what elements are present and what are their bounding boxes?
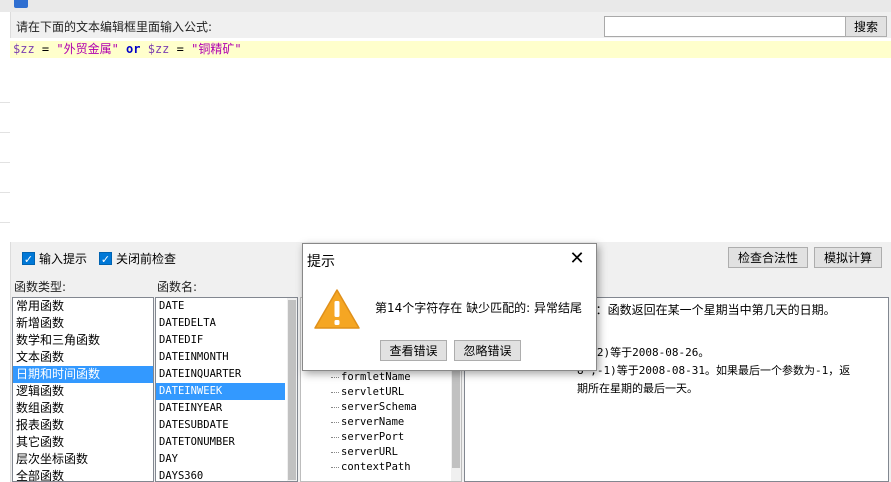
tree-item[interactable]: serverPort [329, 430, 449, 445]
app-icon [14, 0, 28, 8]
error-dialog: 提示 ✕ 第14个字符存在 缺少匹配的: 异常结尾 查看错误 忽略错误 [302, 243, 597, 371]
dialog-title: 提示 [307, 254, 335, 270]
editor-token-operator: = [169, 42, 192, 56]
tree-item[interactable]: serverURL [329, 445, 449, 460]
tree-item[interactable]: serverName [329, 415, 449, 430]
function-name-item[interactable]: DATEINMONTH [156, 349, 297, 366]
checkmark-icon: ✓ [22, 252, 35, 266]
search-button[interactable]: 搜索 [845, 16, 887, 37]
close-icon[interactable]: ✕ [567, 249, 587, 269]
tree-item[interactable]: formletName [329, 370, 449, 385]
function-type-item[interactable]: 报表函数 [13, 417, 153, 434]
description-text: )：函数返回在某一个星期当中第几天的日期。 [591, 302, 888, 336]
check-on-close-label: 关闭前检查 [116, 252, 177, 266]
editor-token-variable: $zz [13, 42, 35, 56]
tree-item[interactable]: serverSchema [329, 400, 449, 415]
function-type-item[interactable]: 数组函数 [13, 400, 153, 417]
simulate-button[interactable]: 模拟计算 [814, 247, 882, 268]
description-line: 8",2)等于2008-08-26。 [577, 346, 710, 359]
tree-item[interactable]: contextPath [329, 460, 449, 475]
editor-token-operator: = [34, 42, 57, 56]
function-type-list[interactable]: 常用函数 新增函数 数学和三角函数 文本函数 日期和时间函数 逻辑函数 数组函数… [12, 297, 154, 482]
function-type-item-selected[interactable]: 日期和时间函数 [13, 366, 153, 383]
function-type-item[interactable]: 逻辑函数 [13, 383, 153, 400]
check-on-close-checkbox[interactable]: ✓ 关闭前检查 [99, 250, 176, 267]
editor-token-string: "外贸金属" [56, 42, 119, 56]
function-name-item[interactable]: DATEINQUARTER [156, 366, 297, 383]
function-type-item[interactable]: 常用函数 [13, 298, 153, 315]
function-name-item[interactable]: DATETONUMBER [156, 434, 297, 451]
function-name-label: 函数名: [157, 280, 198, 294]
function-type-item[interactable]: 全部函数 [13, 468, 153, 481]
check-validity-button[interactable]: 检查合法性 [728, 247, 808, 268]
function-name-item[interactable]: DATEDELTA [156, 315, 297, 332]
editor-line[interactable]: $zz = "外贸金属" or $zz = "铜精矿" [10, 41, 891, 58]
warning-icon [314, 289, 360, 329]
checkmark-icon: ✓ [99, 252, 112, 266]
description-line: 8",-1)等于2008-08-31。如果最后一个参数为-1，返 [577, 364, 851, 377]
function-type-item[interactable]: 数学和三角函数 [13, 332, 153, 349]
tree-item[interactable]: servletURL [329, 385, 449, 400]
scrollbar-thumb[interactable] [288, 300, 296, 480]
description-line: )：函数返回在某一个星期当中第几天的日期。 [591, 303, 836, 317]
function-name-scrollbar[interactable] [287, 298, 297, 481]
function-type-item[interactable]: 文本函数 [13, 349, 153, 366]
function-type-item[interactable]: 新增函数 [13, 315, 153, 332]
description-examples: 8",2)等于2008-08-26。 8",-1)等于2008-08-31。如果… [577, 344, 887, 398]
description-line [591, 319, 888, 336]
function-name-item[interactable]: DATESUBDATE [156, 417, 297, 434]
dialog-message: 第14个字符存在 缺少匹配的: 异常结尾 [375, 301, 582, 315]
function-name-item-selected[interactable]: DATEINWEEK [156, 383, 285, 400]
editor-token-variable: $zz [147, 42, 170, 56]
function-type-label: 函数类型: [14, 280, 67, 294]
function-name-list[interactable]: DATE DATEDELTA DATEDIF DATEINMONTH DATEI… [155, 297, 298, 482]
editor-token-string: "铜精矿" [191, 42, 242, 56]
function-name-item[interactable]: DAY [156, 451, 297, 468]
formula-editor[interactable]: $zz = "外贸金属" or $zz = "铜精矿" [10, 38, 891, 242]
view-error-button[interactable]: 查看错误 [380, 340, 447, 361]
function-name-item[interactable]: DAYS360 [156, 468, 297, 481]
function-name-item[interactable]: DATEDIF [156, 332, 297, 349]
window-titlebar [0, 0, 891, 12]
function-name-item[interactable]: DATE [156, 298, 297, 315]
editor-token-keyword: or [118, 42, 148, 56]
function-type-item[interactable]: 其它函数 [13, 434, 153, 451]
description-line: 期所在星期的最后一天。 [577, 382, 698, 395]
input-hint-label: 输入提示 [39, 252, 88, 266]
input-hint-checkbox[interactable]: ✓ 输入提示 [22, 250, 87, 267]
dialog-body: 第14个字符存在 缺少匹配的: 异常结尾 查看错误 忽略错误 [303, 276, 596, 370]
formula-prompt-label: 请在下面的文本编辑框里面输入公式: [16, 20, 213, 34]
ignore-error-button[interactable]: 忽略错误 [454, 340, 521, 361]
search-input[interactable] [604, 16, 848, 37]
function-name-item[interactable]: DATEINYEAR [156, 400, 297, 417]
parameter-tree-items: formletName servletURL serverSchema serv… [329, 370, 449, 475]
function-type-item[interactable]: 层次坐标函数 [13, 451, 153, 468]
